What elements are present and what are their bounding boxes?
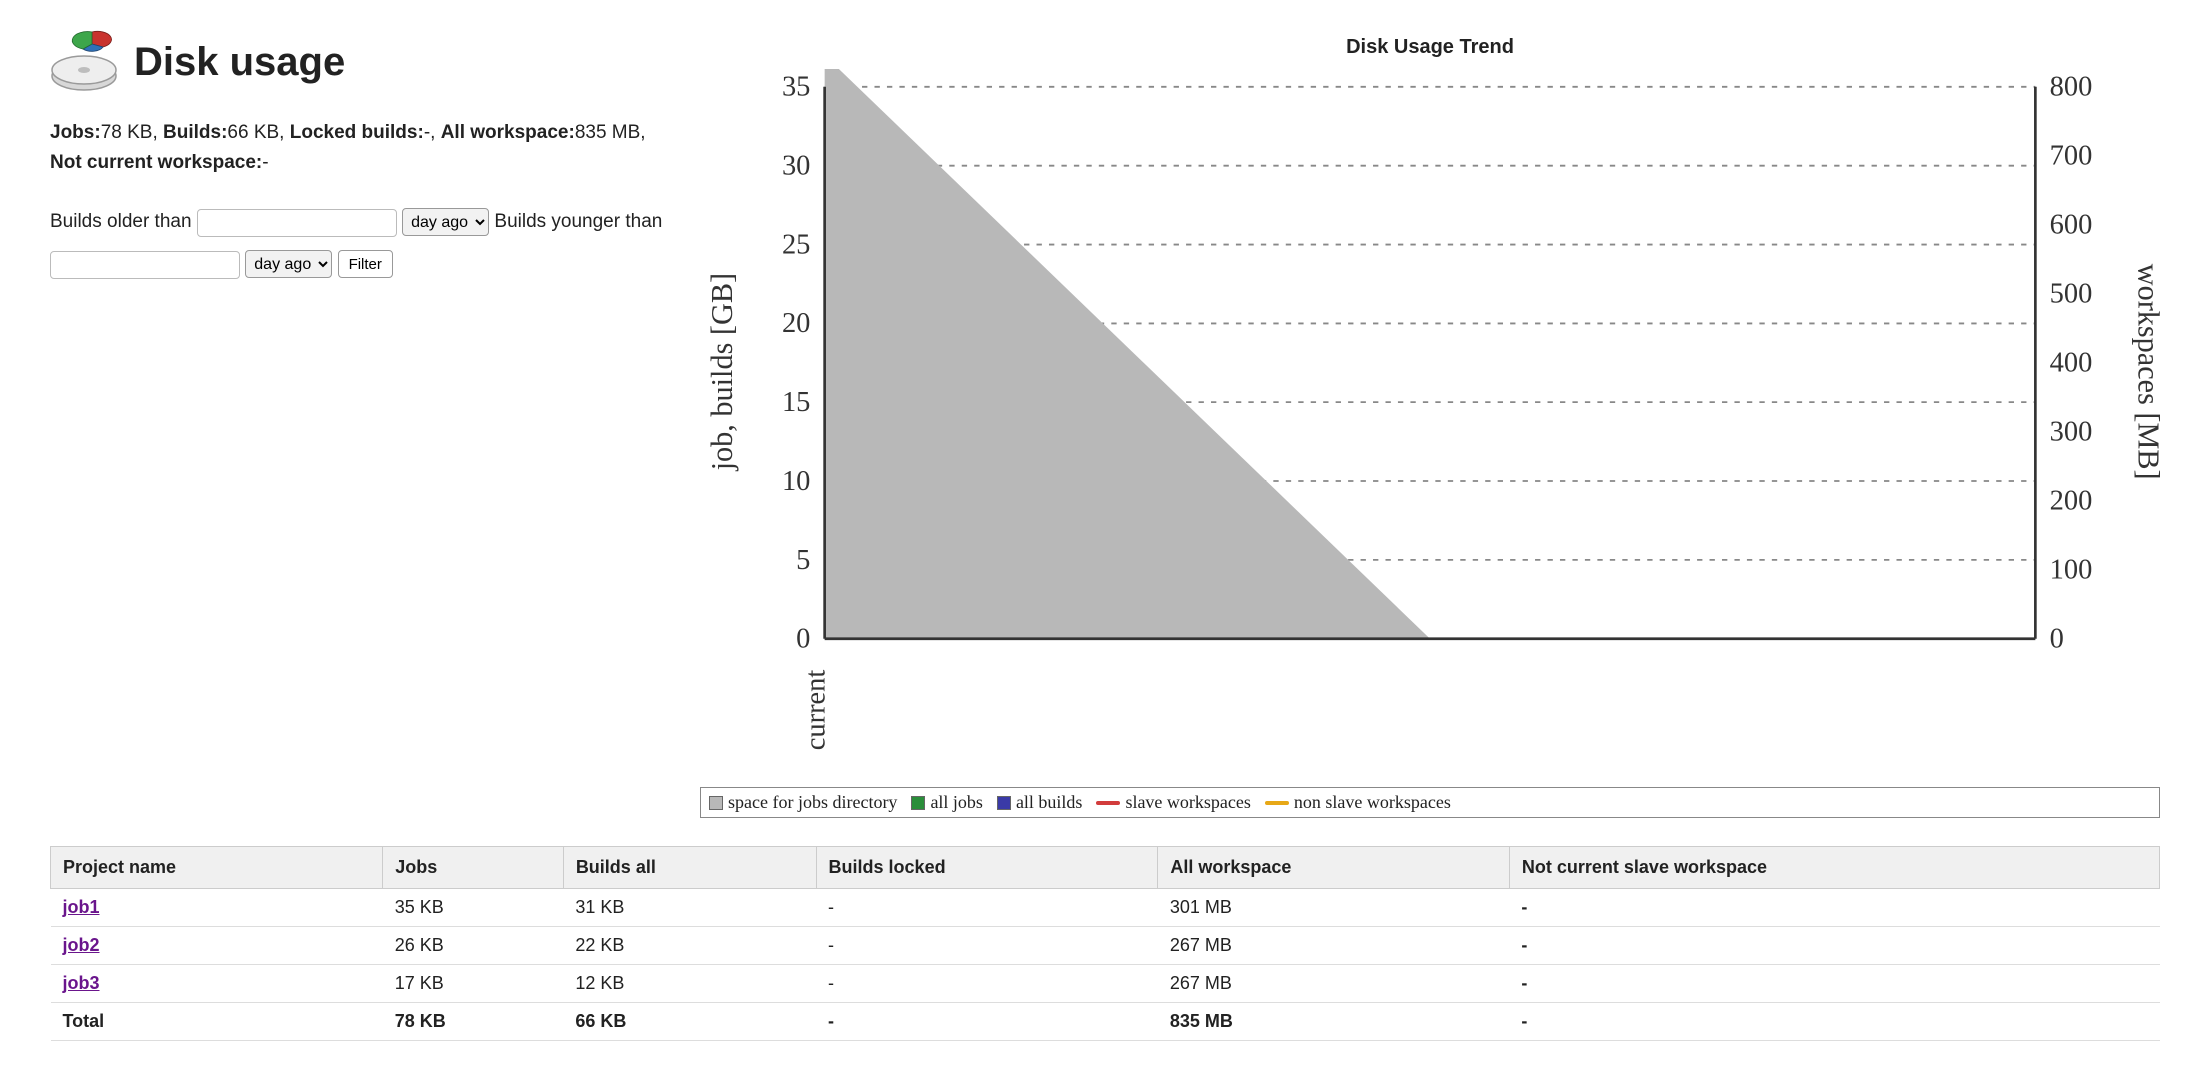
svg-text:10: 10 [782, 466, 810, 497]
cell-builds-all: 22 KB [563, 927, 816, 965]
project-link[interactable]: job2 [63, 935, 100, 955]
cell-builds-all: 31 KB [563, 889, 816, 927]
disk-pie-icon [50, 30, 120, 94]
summary-builds-value: 66 KB [227, 122, 279, 143]
total-all-ws: 835 MB [1158, 1003, 1510, 1041]
cell-jobs: 26 KB [383, 927, 564, 965]
summary-allws-label: All workspace: [441, 122, 575, 143]
total-label: Total [51, 1003, 383, 1041]
svg-text:current: current [801, 670, 832, 751]
col-jobs: Jobs [383, 847, 564, 889]
cell-all-ws: 267 MB [1158, 965, 1510, 1003]
svg-text:100: 100 [2050, 555, 2093, 586]
project-link[interactable]: job3 [63, 973, 100, 993]
cell-all-ws: 301 MB [1158, 889, 1510, 927]
project-link[interactable]: job1 [63, 897, 100, 917]
svg-text:500: 500 [2050, 279, 2093, 310]
legend-all-builds: all builds [997, 792, 1083, 813]
cell-builds-locked: - [816, 927, 1158, 965]
page-title: Disk usage [134, 40, 345, 85]
table-row: job226 KB22 KB-267 MB- [51, 927, 2160, 965]
summary-locked-label: Locked builds: [290, 122, 424, 143]
cell-not-cur: - [1509, 889, 2159, 927]
page-heading: Disk usage [50, 30, 670, 94]
table-total-row: Total78 KB66 KB-835 MB- [51, 1003, 2160, 1041]
chart-legend: space for jobs directory all jobs all bu… [700, 787, 2160, 818]
summary-locked-value: - [424, 122, 430, 143]
legend-slave-ws: slave workspaces [1096, 792, 1250, 813]
svg-text:400: 400 [2050, 348, 2093, 379]
col-builds-locked: Builds locked [816, 847, 1158, 889]
square-swatch-icon [911, 796, 925, 810]
filter-button[interactable]: Filter [338, 250, 393, 278]
total-builds-locked: - [816, 1003, 1158, 1041]
filter-controls: Builds older than day ago Builds younger… [50, 201, 670, 285]
summary-builds-label: Builds: [163, 122, 227, 143]
table-row: job135 KB31 KB-301 MB- [51, 889, 2160, 927]
legend-all-jobs: all jobs [911, 792, 983, 813]
chart-title: Disk Usage Trend [700, 36, 2160, 59]
cell-not-cur: - [1509, 927, 2159, 965]
svg-text:workspaces [MB]: workspaces [MB] [2132, 264, 2160, 480]
svg-text:25: 25 [782, 229, 810, 260]
summary-jobs-label: Jobs: [50, 122, 101, 143]
svg-text:35: 35 [782, 72, 810, 103]
total-builds-all: 66 KB [563, 1003, 816, 1041]
svg-text:0: 0 [2050, 624, 2064, 655]
older-than-unit-select[interactable]: day ago [402, 208, 489, 236]
total-not-cur: - [1509, 1003, 2159, 1041]
svg-text:20: 20 [782, 308, 810, 339]
older-than-label: Builds older than [50, 211, 192, 232]
older-than-input[interactable] [197, 209, 397, 237]
svg-text:30: 30 [782, 151, 810, 182]
legend-non-slave-ws: non slave workspaces [1265, 792, 1451, 813]
table-header-row: Project name Jobs Builds all Builds lock… [51, 847, 2160, 889]
square-swatch-icon [997, 796, 1011, 810]
cell-not-cur: - [1509, 965, 2159, 1003]
col-not-current-slave-ws: Not current slave workspace [1509, 847, 2159, 889]
square-swatch-icon [709, 796, 723, 810]
col-builds-all: Builds all [563, 847, 816, 889]
legend-label: all jobs [930, 792, 983, 813]
total-jobs: 78 KB [383, 1003, 564, 1041]
svg-text:200: 200 [2050, 486, 2093, 517]
legend-space-jobs-dir: space for jobs directory [709, 792, 897, 813]
summary-jobs-value: 78 KB [101, 122, 153, 143]
line-swatch-icon [1265, 801, 1289, 805]
svg-text:800: 800 [2050, 72, 2093, 103]
younger-than-label: Builds younger than [494, 211, 662, 232]
svg-text:job, builds [GB]: job, builds [GB] [705, 273, 739, 471]
legend-label: space for jobs directory [728, 792, 897, 813]
younger-than-unit-select[interactable]: day ago [245, 250, 332, 278]
legend-label: all builds [1016, 792, 1083, 813]
cell-all-ws: 267 MB [1158, 927, 1510, 965]
cell-builds-locked: - [816, 965, 1158, 1003]
cell-builds-all: 12 KB [563, 965, 816, 1003]
svg-text:600: 600 [2050, 210, 2093, 241]
svg-text:300: 300 [2050, 417, 2093, 448]
col-project-name: Project name [51, 847, 383, 889]
cell-jobs: 35 KB [383, 889, 564, 927]
svg-text:5: 5 [796, 545, 810, 576]
svg-text:0: 0 [796, 624, 810, 655]
younger-than-input[interactable] [50, 251, 240, 279]
summary-notcurws-label: Not current workspace: [50, 152, 262, 173]
legend-label: slave workspaces [1125, 792, 1250, 813]
col-all-workspace: All workspace [1158, 847, 1510, 889]
disk-usage-trend-chart: 0 5 10 15 20 25 30 35 0 100 200 300 400 500 600 700 800… [700, 69, 2160, 781]
summary-line: Jobs:78 KB, Builds:66 KB, Locked builds:… [50, 118, 670, 179]
svg-text:15: 15 [782, 387, 810, 418]
table-row: job317 KB12 KB-267 MB- [51, 965, 2160, 1003]
cell-builds-locked: - [816, 889, 1158, 927]
cell-jobs: 17 KB [383, 965, 564, 1003]
svg-text:700: 700 [2050, 141, 2093, 172]
line-swatch-icon [1096, 801, 1120, 805]
summary-notcurws-value: - [262, 152, 268, 173]
summary-allws-value: 835 MB [575, 122, 640, 143]
legend-label: non slave workspaces [1294, 792, 1451, 813]
